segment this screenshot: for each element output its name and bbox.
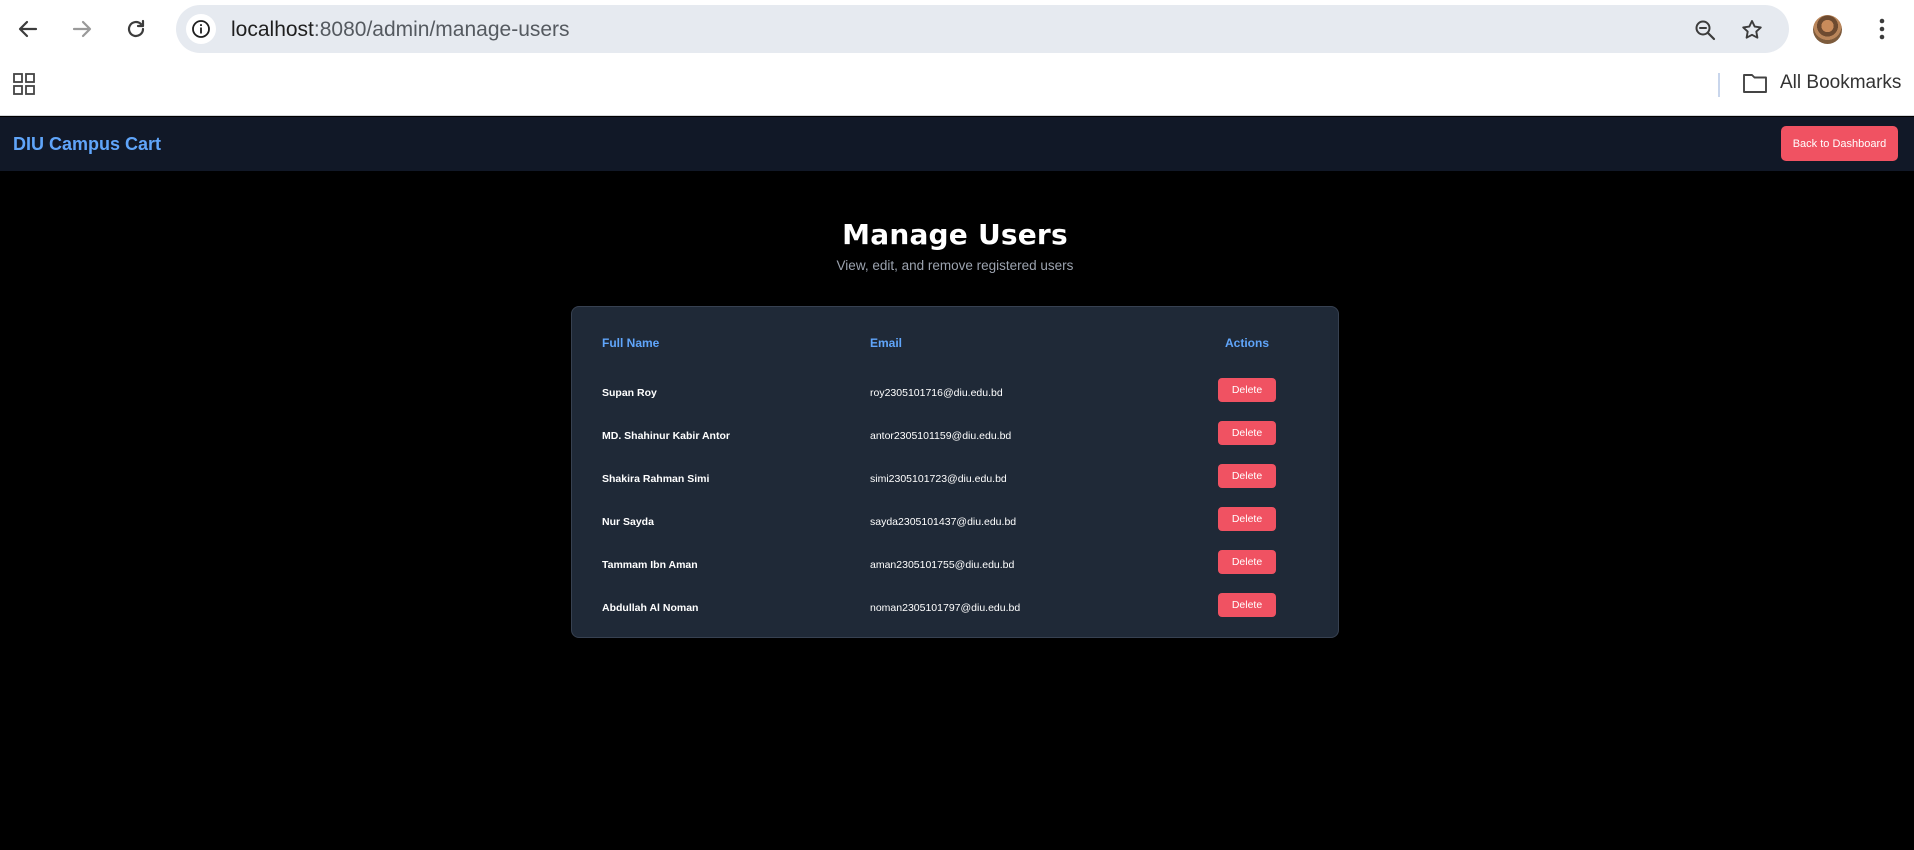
table-row: Supan Roy roy2305101716@diu.edu.bd Delet… (572, 372, 1340, 415)
user-email: noman2305101797@diu.edu.bd (870, 602, 1021, 614)
user-full-name: Tammam Ibn Aman (602, 559, 698, 571)
url-path: :8080/admin/manage-users (313, 18, 570, 41)
bookmarks-divider (1718, 73, 1720, 97)
delete-user-button[interactable]: Delete (1218, 378, 1276, 402)
forward-arrow-icon[interactable] (64, 11, 100, 47)
page-title: Manage Users (842, 218, 1068, 251)
table-row: Abdullah Al Noman noman2305101797@diu.ed… (572, 587, 1340, 630)
bookmarks-bar: All Bookmarks (0, 58, 1914, 116)
brand-logo-text[interactable]: DIU Campus Cart (13, 134, 161, 155)
user-email: simi2305101723@diu.edu.bd (870, 473, 1007, 485)
folder-icon (1743, 74, 1767, 93)
table-row: Shakira Rahman Simi simi2305101723@diu.e… (572, 458, 1340, 501)
user-full-name: MD. Shahinur Kabir Antor (602, 430, 730, 442)
app-navbar: DIU Campus Cart Back to Dashboard (0, 117, 1914, 171)
column-header-email: Email (870, 336, 903, 350)
address-bar[interactable]: localhost:8080/admin/manage-users (176, 5, 1789, 53)
user-full-name: Shakira Rahman Simi (602, 473, 710, 485)
table-row: MD. Shahinur Kabir Antor antor2305101159… (572, 415, 1340, 458)
user-full-name: Abdullah Al Noman (602, 602, 699, 614)
zoom-icon[interactable] (1692, 17, 1718, 43)
url-text[interactable]: localhost:8080/admin/manage-users (231, 18, 570, 42)
delete-user-button[interactable]: Delete (1218, 421, 1276, 445)
apps-grid-icon[interactable] (12, 72, 36, 96)
back-to-dashboard-button[interactable]: Back to Dashboard (1781, 126, 1898, 161)
delete-user-button[interactable]: Delete (1218, 593, 1276, 617)
browser-toolbar: localhost:8080/admin/manage-users (0, 0, 1914, 58)
url-host: localhost (231, 18, 314, 41)
all-bookmarks-label: All Bookmarks (1780, 72, 1902, 93)
delete-user-button[interactable]: Delete (1218, 550, 1276, 574)
profile-avatar[interactable] (1813, 15, 1842, 44)
delete-user-button[interactable]: Delete (1218, 464, 1276, 488)
page-subtitle: View, edit, and remove registered users (836, 258, 1074, 273)
user-full-name: Nur Sayda (602, 516, 654, 528)
user-email: aman2305101755@diu.edu.bd (870, 559, 1015, 571)
column-header-actions: Actions (1225, 336, 1270, 350)
users-table: Full Name Email Actions Supan Roy roy230… (571, 306, 1339, 638)
user-email: roy2305101716@diu.edu.bd (870, 387, 1003, 399)
star-icon[interactable] (1739, 17, 1765, 43)
user-email: sayda2305101437@diu.edu.bd (870, 516, 1017, 528)
delete-user-button[interactable]: Delete (1218, 507, 1276, 531)
site-info-icon[interactable] (186, 14, 216, 44)
table-row: Nur Sayda sayda2305101437@diu.edu.bd Del… (572, 501, 1340, 544)
more-menu-icon[interactable] (1870, 14, 1894, 44)
all-bookmarks-button[interactable]: All Bookmarks (1742, 72, 1901, 94)
back-arrow-icon[interactable] (10, 11, 46, 47)
table-row: Tammam Ibn Aman aman2305101755@diu.edu.b… (572, 544, 1340, 587)
user-email: antor2305101159@diu.edu.bd (870, 430, 1012, 442)
reload-icon[interactable] (118, 11, 154, 47)
column-header-full-name: Full Name (602, 336, 660, 350)
user-full-name: Supan Roy (602, 387, 657, 399)
